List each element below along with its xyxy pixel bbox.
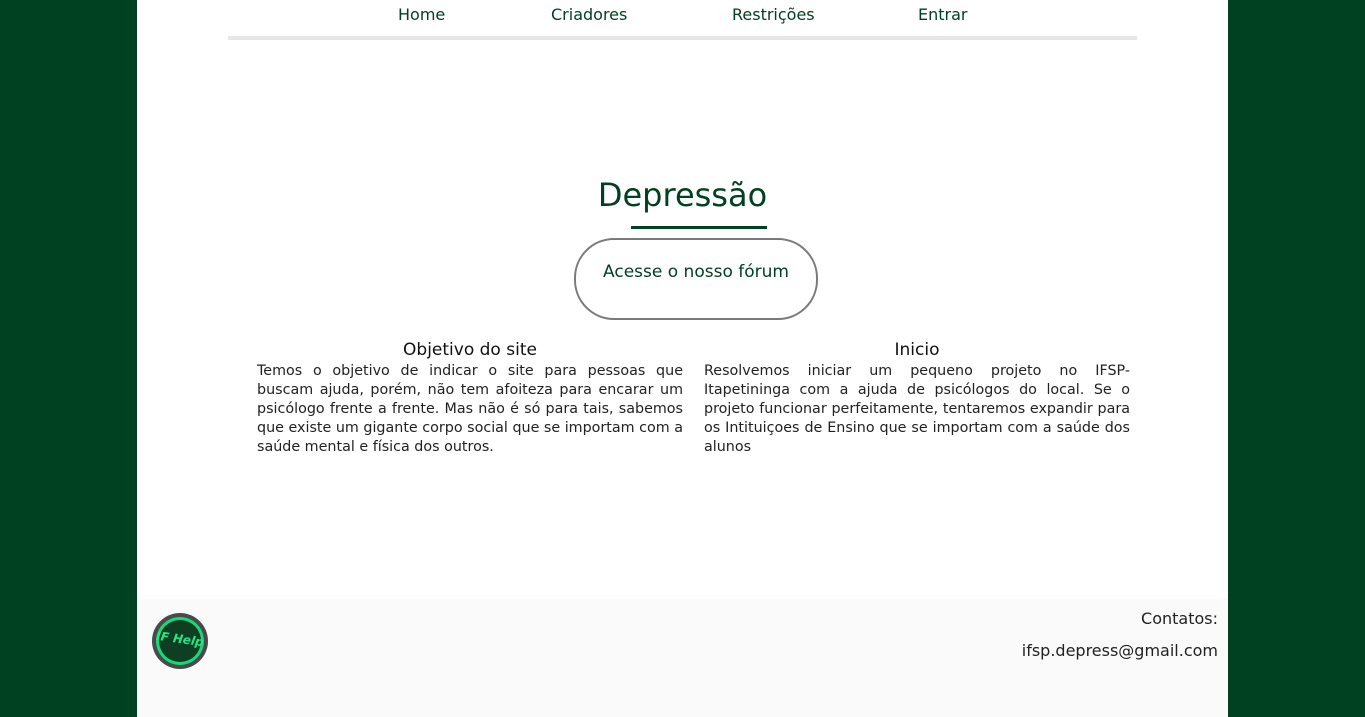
section-text: Temos o objetivo de indicar o site para … [257,363,683,455]
page-container: Home Criadores Restrições Entrar Depress… [137,0,1228,717]
logo-text: IF Help [155,628,205,650]
logo[interactable]: IF Help [152,613,208,669]
top-navigation: Home Criadores Restrições Entrar [228,0,1137,40]
nav-link-entrar[interactable]: Entrar [918,5,967,24]
section-objetivo: Objetivo do site Temos o objetivo de ind… [257,338,683,457]
nav-link-home[interactable]: Home [398,5,445,24]
forum-button[interactable]: Acesse o nosso fórum [574,238,818,320]
contact-email-link[interactable]: ifsp.depress@gmail.com [1022,641,1218,660]
contact-label: Contatos: [1141,609,1218,628]
footer: IF Help Contatos: ifsp.depress@gmail.com [137,599,1228,717]
section-heading: Objetivo do site [403,340,537,360]
page-title: Depressão [597,176,768,214]
title-underline [631,226,767,229]
logo-badge: IF Help [155,617,205,665]
section-text: Resolvemos iniciar um pequeno projeto no… [704,363,1130,455]
section-inicio: Inicio Resolvemos iniciar um pequeno pro… [704,338,1130,457]
forum-button-label: Acesse o nosso fórum [603,262,789,282]
section-heading: Inicio [894,340,940,360]
nav-link-criadores[interactable]: Criadores [551,5,627,24]
nav-link-restricoes[interactable]: Restrições [732,5,815,24]
